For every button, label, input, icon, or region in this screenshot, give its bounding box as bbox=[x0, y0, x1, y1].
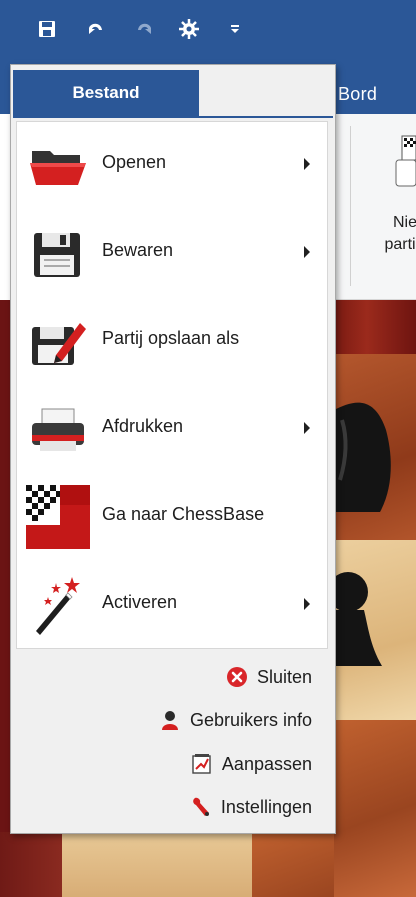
customize-button[interactable]: Aanpassen bbox=[191, 750, 312, 778]
floppy-disk-icon bbox=[26, 221, 90, 285]
redo-icon[interactable] bbox=[134, 18, 156, 40]
black-pawn-piece[interactable] bbox=[328, 566, 416, 676]
new-game-icon[interactable] bbox=[392, 134, 416, 190]
chessbase-icon bbox=[26, 485, 90, 549]
menu-item-save[interactable]: Bewaren bbox=[16, 209, 328, 297]
folder-open-icon bbox=[26, 133, 90, 197]
ribbon-separator bbox=[350, 126, 351, 286]
tab-file[interactable]: Bestand bbox=[13, 70, 199, 116]
settings-wrench-icon bbox=[190, 796, 212, 818]
submenu-arrow-icon bbox=[304, 598, 310, 610]
file-menu-header-strip bbox=[199, 70, 333, 116]
customize-qat-icon[interactable] bbox=[224, 18, 246, 40]
tab-board[interactable]: Bord bbox=[338, 84, 377, 105]
save-as-icon bbox=[26, 309, 90, 373]
submenu-arrow-icon bbox=[304, 246, 310, 258]
close-icon bbox=[226, 666, 248, 688]
menu-item-open[interactable]: Openen bbox=[16, 121, 328, 209]
menu-item-save-as[interactable]: Partij opslaan als bbox=[16, 297, 328, 385]
black-bishop-piece[interactable] bbox=[334, 390, 416, 530]
user-info-label: Gebruikers info bbox=[189, 709, 312, 730]
new-game-button[interactable]: Nie parti bbox=[370, 212, 416, 256]
close-label: Sluiten bbox=[256, 666, 312, 687]
magic-wand-icon bbox=[26, 573, 90, 637]
printer-icon bbox=[26, 397, 90, 461]
engine-icon[interactable] bbox=[178, 18, 200, 40]
menu-item-label: Openen bbox=[102, 152, 167, 172]
customize-label: Aanpassen bbox=[221, 753, 312, 774]
board-square-light[interactable] bbox=[62, 832, 252, 897]
menu-item-label: Partij opslaan als bbox=[102, 328, 240, 348]
title-bar bbox=[0, 0, 416, 64]
save-icon[interactable] bbox=[36, 18, 58, 40]
new-game-label-line1: Nie bbox=[392, 214, 416, 231]
close-button[interactable]: Sluiten bbox=[226, 663, 312, 691]
new-game-label-line2: parti bbox=[384, 236, 416, 253]
customize-icon bbox=[191, 753, 213, 775]
settings-button[interactable]: Instellingen bbox=[190, 793, 312, 821]
file-menu-header-line bbox=[13, 116, 333, 118]
board-frame bbox=[334, 300, 416, 354]
menu-item-label: Ga naar ChessBase bbox=[102, 504, 265, 524]
board-square-dark[interactable] bbox=[252, 832, 334, 897]
submenu-arrow-icon bbox=[304, 422, 310, 434]
user-info-button[interactable]: Gebruikers info bbox=[159, 706, 312, 734]
board-edge bbox=[0, 832, 62, 897]
menu-item-print[interactable]: Afdrukken bbox=[16, 385, 328, 473]
menu-item-activate[interactable]: Activeren bbox=[16, 561, 328, 649]
menu-item-label: Bewaren bbox=[102, 240, 174, 260]
board-square-dark[interactable] bbox=[334, 720, 416, 897]
menu-item-label: Afdrukken bbox=[102, 416, 184, 436]
submenu-arrow-icon bbox=[304, 158, 310, 170]
user-icon bbox=[159, 709, 181, 731]
menu-item-chessbase[interactable]: Ga naar ChessBase bbox=[16, 473, 328, 561]
menu-item-label: Activeren bbox=[102, 592, 178, 612]
undo-icon[interactable] bbox=[84, 18, 106, 40]
settings-label: Instellingen bbox=[220, 796, 312, 817]
